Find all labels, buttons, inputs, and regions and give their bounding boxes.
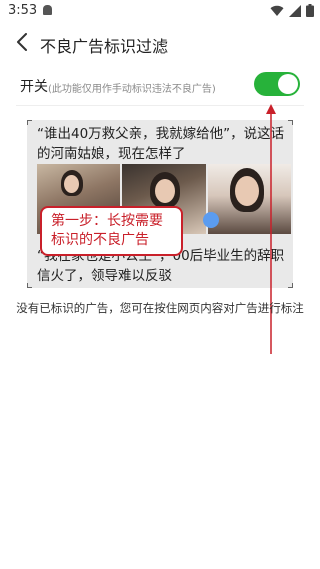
status-time: 3:53 [8,3,38,18]
back-arrow-icon [16,33,28,55]
demo-headline: “谁出40万救父亲，我就嫁给他”，说这话的河南姑娘，现在怎样了 [37,126,285,162]
step-callout: 第一步：长按需要标识的不良广告 [40,206,183,256]
corner-mark [288,120,293,125]
toggle-knob [278,74,298,94]
corner-mark [27,120,32,125]
switch-label: 开关 [20,79,48,95]
demo-thumbnail [207,164,291,234]
filter-switch-row: 开关 (此功能仅用作手动标识违法不良广告) [16,66,304,106]
guide-arrow [265,104,277,354]
status-icons [270,4,314,17]
corner-mark [288,283,293,288]
page-title: 不良广告标识过滤 [40,37,169,56]
battery-icon [306,4,314,17]
notification-icon [43,5,52,15]
signal-icon [289,4,301,17]
demo-illustration: “谁出40万救父亲，我就嫁给他”，说这话的河南姑娘，现在怎样了 “我在家也是小公… [27,120,293,288]
status-bar: 3:53 [0,0,320,22]
switch-hint: (此功能仅用作手动标识违法不良广告) [48,84,216,95]
wifi-icon [270,5,284,17]
callout-text: 第一步：长按需要标识的不良广告 [51,213,163,248]
corner-mark [27,283,32,288]
empty-tip: 没有已标识的广告，您可在按住网页内容对广告进行标注 [16,301,304,315]
filter-toggle[interactable] [254,72,300,96]
touch-indicator [203,212,219,228]
back-button[interactable] [8,30,36,58]
app-bar: 不良广告标识过滤 [0,22,320,66]
